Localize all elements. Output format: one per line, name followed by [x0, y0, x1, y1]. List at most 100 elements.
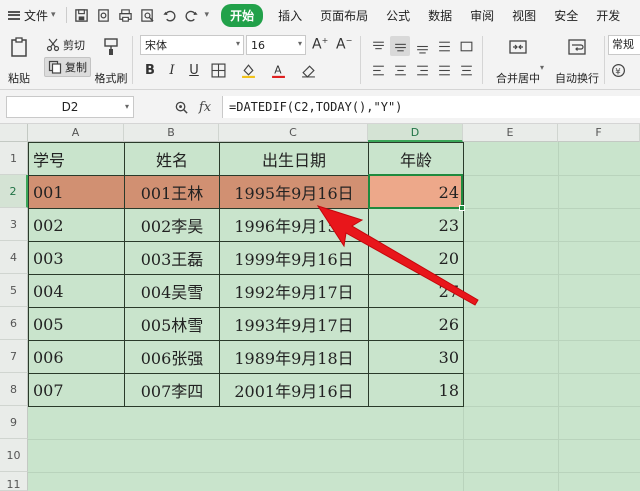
cell-birth-date[interactable]: 1995年9月16日 [219, 175, 369, 209]
cell-student-id[interactable]: 004 [28, 274, 125, 308]
tab-home[interactable]: 开始 [221, 0, 264, 30]
row-header-9[interactable]: 9 [0, 406, 28, 439]
chevron-down-icon[interactable]: ▾ [540, 63, 544, 72]
justify-icon[interactable] [434, 60, 454, 80]
formula-input[interactable]: =DATEDIF(C2,TODAY(),"Y") [222, 96, 640, 118]
cell-student-id[interactable]: 005 [28, 307, 125, 341]
cell-name[interactable]: 002李昊 [124, 208, 220, 242]
cell-age[interactable]: 26 [368, 307, 464, 341]
column-header-c[interactable]: C [219, 124, 368, 142]
row-header-1[interactable]: 1 [0, 142, 28, 175]
cell-name[interactable]: 005林雪 [124, 307, 220, 341]
row-header-4[interactable]: 4 [0, 241, 28, 274]
cell-birth-date[interactable]: 1989年9月18日 [219, 340, 369, 374]
column-header-a[interactable]: A [28, 124, 124, 142]
cell-student-id[interactable]: 002 [28, 208, 125, 242]
tab-insert[interactable]: 插入 [269, 0, 311, 30]
cell-student-id[interactable]: 001 [28, 175, 125, 209]
font-color-icon[interactable]: A [268, 60, 288, 80]
tab-data[interactable]: 数据 [419, 0, 461, 30]
save-icon[interactable] [71, 4, 93, 26]
align-right-icon[interactable] [412, 60, 432, 80]
row-header-10[interactable]: 10 [0, 439, 28, 472]
cell-name[interactable]: 001王林 [124, 175, 220, 209]
cut-button[interactable]: 剪切 [46, 37, 85, 53]
print-icon[interactable] [115, 4, 137, 26]
bold-icon[interactable]: B [140, 60, 160, 80]
cell-birth-date[interactable]: 2001年9月16日 [219, 373, 369, 407]
cell-birth-date[interactable]: 1993年9月17日 [219, 307, 369, 341]
row-header-11[interactable]: 11 [0, 472, 28, 491]
cell-name[interactable]: 007李四 [124, 373, 220, 407]
header-cell-birth-date[interactable]: 出生日期 [219, 142, 369, 176]
zoom-preview-icon[interactable] [137, 4, 159, 26]
format-painter-button[interactable]: 格式刷 [94, 36, 128, 86]
tab-page-layout[interactable]: 页面布局 [311, 0, 377, 30]
cell-student-id[interactable]: 003 [28, 241, 125, 275]
select-all-corner[interactable] [0, 124, 28, 142]
align-middle-icon[interactable] [390, 36, 410, 56]
cell-student-id[interactable]: 007 [28, 373, 125, 407]
italic-icon[interactable]: I [162, 60, 182, 80]
fill-color-icon[interactable] [238, 60, 258, 80]
search-icon[interactable] [172, 98, 190, 116]
fx-icon[interactable]: fx [196, 98, 214, 116]
cell-name[interactable]: 004吴雪 [124, 274, 220, 308]
undo-icon[interactable] [159, 4, 181, 26]
cell-birth-date[interactable]: 1996年9月15日 [219, 208, 369, 242]
merge-center-button[interactable]: 合并居中 [494, 36, 542, 86]
align-left-icon[interactable] [368, 60, 388, 80]
cell-age[interactable]: 30 [368, 340, 464, 374]
column-header-e[interactable]: E [463, 124, 558, 142]
align-center-icon[interactable] [390, 60, 410, 80]
borders-icon[interactable] [208, 60, 228, 80]
quick-access-more-icon[interactable]: ▾ [205, 10, 210, 20]
column-header-b[interactable]: B [124, 124, 219, 142]
print-preview-icon[interactable] [93, 4, 115, 26]
column-header-d[interactable]: D [368, 124, 463, 142]
tab-security[interactable]: 安全 [545, 0, 587, 30]
row-header-5[interactable]: 5 [0, 274, 28, 307]
font-size-select[interactable]: 16 ▾ [246, 35, 306, 55]
copy-button[interactable]: 复制 [44, 57, 91, 77]
underline-icon[interactable]: U [184, 60, 204, 80]
number-format-select[interactable]: 常规 [608, 35, 640, 55]
header-cell-name[interactable]: 姓名 [124, 142, 220, 176]
distributed-icon[interactable] [456, 60, 476, 80]
decrease-font-size-icon[interactable]: A− [336, 36, 352, 53]
font-name-select[interactable]: 宋体 ▾ [140, 35, 244, 55]
cell-name[interactable]: 006张强 [124, 340, 220, 374]
cell-birth-date[interactable]: 1992年9月17日 [219, 274, 369, 308]
cell-name[interactable]: 003王磊 [124, 241, 220, 275]
tab-view[interactable]: 视图 [503, 0, 545, 30]
column-header-f[interactable]: F [558, 124, 640, 142]
row-header-7[interactable]: 7 [0, 340, 28, 373]
cell-age[interactable]: 27 [368, 274, 464, 308]
tab-review[interactable]: 审阅 [461, 0, 503, 30]
cell-student-id[interactable]: 006 [28, 340, 125, 374]
row-header-2[interactable]: 2 [0, 175, 28, 208]
increase-font-size-icon[interactable]: A+ [312, 36, 328, 53]
text-direction-icon[interactable] [434, 36, 454, 56]
tab-formulas[interactable]: 公式 [377, 0, 419, 30]
align-bottom-icon[interactable] [412, 36, 432, 56]
header-cell-student-id[interactable]: 学号 [28, 142, 125, 176]
row-header-8[interactable]: 8 [0, 373, 28, 406]
wrap-text-button[interactable]: 自动换行 [553, 36, 601, 86]
file-menu[interactable]: 文件 ▾ [0, 0, 62, 30]
cell-age[interactable]: 18 [368, 373, 464, 407]
cell-birth-date[interactable]: 1999年9月16日 [219, 241, 369, 275]
paste-button[interactable]: 粘贴 [2, 36, 36, 86]
indent-icon[interactable] [456, 36, 476, 56]
name-box[interactable]: D2 ▾ [6, 96, 134, 118]
cell-age[interactable]: 23 [368, 208, 464, 242]
redo-icon[interactable] [181, 4, 203, 26]
row-header-3[interactable]: 3 [0, 208, 28, 241]
header-cell-age[interactable]: 年龄 [368, 142, 464, 176]
clear-format-icon[interactable] [298, 60, 318, 80]
cell-age[interactable]: 24 [368, 175, 464, 209]
currency-format-icon[interactable]: ¥ [608, 60, 628, 80]
row-header-6[interactable]: 6 [0, 307, 28, 340]
cell-age[interactable]: 20 [368, 241, 464, 275]
tab-developer[interactable]: 开发 [587, 0, 629, 30]
